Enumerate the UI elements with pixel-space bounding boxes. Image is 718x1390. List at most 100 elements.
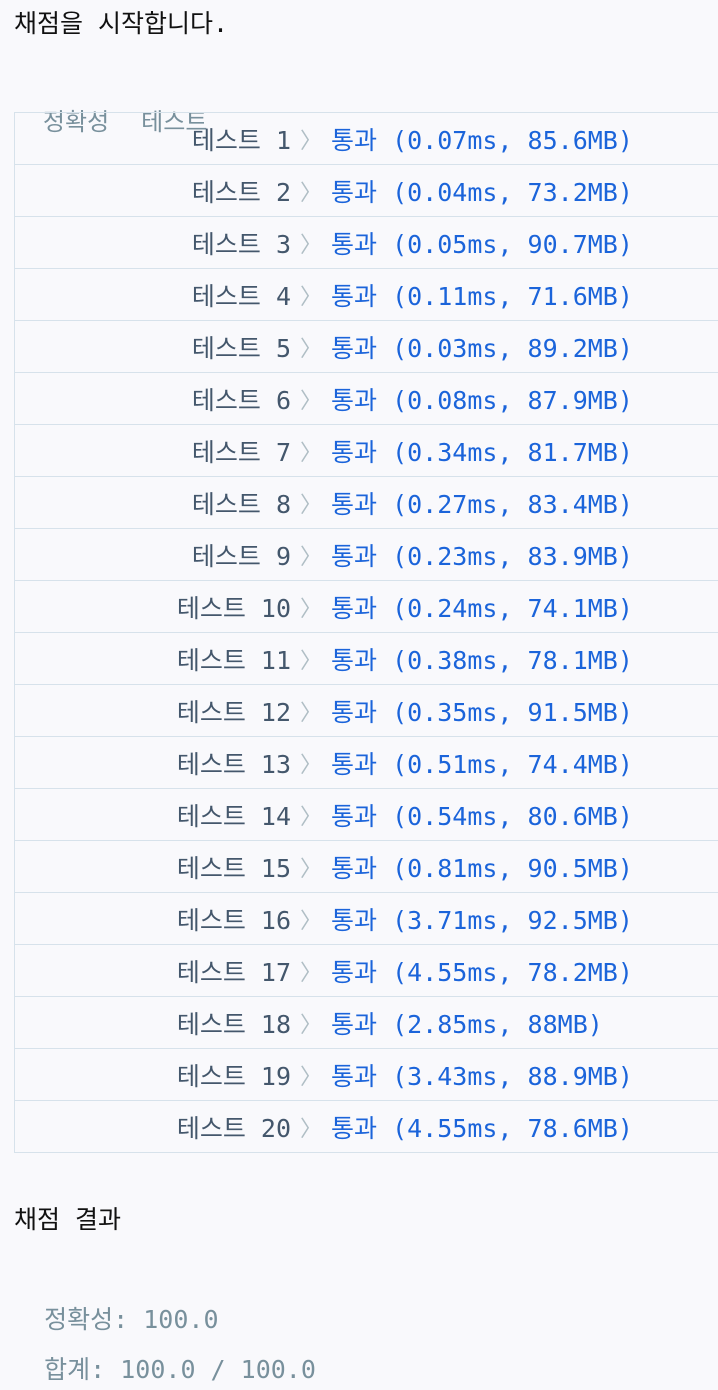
test-result-detail: (0.38ms, 78.1MB) — [392, 645, 633, 675]
test-row: 테스트 4 〉 통과 (0.11ms, 71.6MB) — [15, 269, 718, 321]
test-result: 통과 (0.24ms, 74.1MB) — [331, 589, 633, 625]
test-label: 테스트 6 — [191, 385, 291, 415]
test-result-status: 통과 — [331, 749, 378, 779]
test-label: 테스트 5 — [191, 333, 291, 363]
test-result-status: 통과 — [331, 905, 378, 935]
test-label: 테스트 4 — [191, 281, 291, 311]
test-row: 테스트 13 〉 통과 (0.51ms, 74.4MB) — [15, 737, 718, 789]
test-label: 테스트 12 — [176, 697, 291, 727]
test-result: 통과 (2.85ms, 88MB) — [331, 1005, 603, 1041]
test-row: 테스트 17 〉 통과 (4.55ms, 78.2MB) — [15, 945, 718, 997]
test-result: 통과 (0.54ms, 80.6MB) — [331, 797, 633, 833]
test-result-detail: (0.04ms, 73.2MB) — [392, 177, 633, 207]
test-label: 테스트 1 — [191, 125, 291, 155]
test-result: 통과 (0.27ms, 83.4MB) — [331, 485, 633, 521]
test-row: 테스트 16 〉 통과 (3.71ms, 92.5MB) — [15, 893, 718, 945]
test-row: 테스트 18 〉 통과 (2.85ms, 88MB) — [15, 997, 718, 1049]
test-row: 테스트 12 〉 통과 (0.35ms, 91.5MB) — [15, 685, 718, 737]
test-result-detail: (0.03ms, 89.2MB) — [392, 333, 633, 363]
chevron-right-icon: 〉 — [299, 1064, 322, 1090]
test-result-status: 통과 — [331, 593, 378, 623]
test-row: 테스트 19 〉 통과 (3.43ms, 88.9MB) — [15, 1049, 718, 1101]
chevron-right-icon: 〉 — [299, 804, 322, 830]
chevron-right-icon: 〉 — [299, 128, 322, 154]
test-result-status: 통과 — [331, 333, 378, 363]
test-label: 테스트 13 — [176, 749, 291, 779]
test-label: 테스트 20 — [176, 1113, 291, 1143]
test-row: 테스트 2 〉 통과 (0.04ms, 73.2MB) — [15, 165, 718, 217]
test-row: 테스트 11 〉 통과 (0.38ms, 78.1MB) — [15, 633, 718, 685]
test-result: 통과 (0.07ms, 85.6MB) — [331, 121, 633, 157]
test-row: 테스트 20 〉 통과 (4.55ms, 78.6MB) — [15, 1101, 718, 1152]
grading-result-title: 채점 결과 — [14, 1205, 122, 1234]
test-label: 테스트 17 — [176, 957, 291, 987]
test-row: 테스트 6 〉 통과 (0.08ms, 87.9MB) — [15, 373, 718, 425]
test-result-status: 통과 — [331, 437, 378, 467]
test-label: 테스트 16 — [176, 905, 291, 935]
test-row: 테스트 9 〉 통과 (0.23ms, 83.9MB) — [15, 529, 718, 581]
test-row: 테스트 7 〉 통과 (0.34ms, 81.7MB) — [15, 425, 718, 477]
test-result-detail: (3.43ms, 88.9MB) — [392, 1061, 633, 1091]
test-result-detail: (0.54ms, 80.6MB) — [392, 801, 633, 831]
test-result-detail: (4.55ms, 78.6MB) — [392, 1113, 633, 1143]
test-result-detail: (0.23ms, 83.9MB) — [392, 541, 633, 571]
test-result: 통과 (0.11ms, 71.6MB) — [331, 277, 633, 313]
test-row: 테스트 3 〉 통과 (0.05ms, 90.7MB) — [15, 217, 718, 269]
test-result-status: 통과 — [331, 385, 378, 415]
chevron-right-icon: 〉 — [299, 1012, 322, 1038]
test-result-status: 통과 — [331, 1009, 378, 1039]
test-result-status: 통과 — [331, 229, 378, 259]
test-result-detail: (0.35ms, 91.5MB) — [392, 697, 633, 727]
test-result-status: 통과 — [331, 541, 378, 571]
test-result-status: 통과 — [331, 697, 378, 727]
test-result: 통과 (0.38ms, 78.1MB) — [331, 641, 633, 677]
test-label: 테스트 14 — [176, 801, 291, 831]
total-score: 합계: 100.0 / 100.0 — [14, 1310, 316, 1390]
test-result-status: 통과 — [331, 281, 378, 311]
test-result-detail: (0.24ms, 74.1MB) — [392, 593, 633, 623]
test-result-detail: (0.08ms, 87.9MB) — [392, 385, 633, 415]
test-result-status: 통과 — [331, 177, 378, 207]
test-result-status: 통과 — [331, 125, 378, 155]
test-row: 테스트 5 〉 통과 (0.03ms, 89.2MB) — [15, 321, 718, 373]
grading-status: 채점을 시작합니다. — [14, 9, 229, 38]
test-row: 테스트 8 〉 통과 (0.27ms, 83.4MB) — [15, 477, 718, 529]
test-label: 테스트 18 — [176, 1009, 291, 1039]
test-row: 테스트 15 〉 통과 (0.81ms, 90.5MB) — [15, 841, 718, 893]
total-score-value: 100.0 / 100.0 — [120, 1355, 316, 1384]
test-result-detail: (0.05ms, 90.7MB) — [392, 229, 633, 259]
test-result-detail: (2.85ms, 88MB) — [392, 1009, 603, 1039]
chevron-right-icon: 〉 — [299, 284, 322, 310]
test-result: 통과 (0.03ms, 89.2MB) — [331, 329, 633, 365]
chevron-right-icon: 〉 — [299, 180, 322, 206]
test-result: 통과 (0.51ms, 74.4MB) — [331, 745, 633, 781]
chevron-right-icon: 〉 — [299, 752, 322, 778]
chevron-right-icon: 〉 — [299, 960, 322, 986]
test-result: 통과 (0.35ms, 91.5MB) — [331, 693, 633, 729]
total-score-label: 합계: — [44, 1355, 106, 1384]
test-result-detail: (0.07ms, 85.6MB) — [392, 125, 633, 155]
chevron-right-icon: 〉 — [299, 440, 322, 466]
test-result: 통과 (4.55ms, 78.2MB) — [331, 953, 633, 989]
test-result: 통과 (0.08ms, 87.9MB) — [331, 381, 633, 417]
chevron-right-icon: 〉 — [299, 544, 322, 570]
test-label: 테스트 10 — [176, 593, 291, 623]
test-result: 통과 (3.71ms, 92.5MB) — [331, 901, 633, 937]
test-result: 통과 (0.23ms, 83.9MB) — [331, 537, 633, 573]
chevron-right-icon: 〉 — [299, 336, 322, 362]
test-row: 테스트 10 〉 통과 (0.24ms, 74.1MB) — [15, 581, 718, 633]
test-result: 통과 (0.05ms, 90.7MB) — [331, 225, 633, 261]
test-result: 통과 (4.55ms, 78.6MB) — [331, 1109, 633, 1145]
test-result-detail: (0.11ms, 71.6MB) — [392, 281, 633, 311]
test-result: 통과 (0.04ms, 73.2MB) — [331, 173, 633, 209]
test-result: 통과 (3.43ms, 88.9MB) — [331, 1057, 633, 1093]
test-label: 테스트 19 — [176, 1061, 291, 1091]
chevron-right-icon: 〉 — [299, 492, 322, 518]
test-label: 테스트 11 — [176, 645, 291, 675]
test-result-detail: (4.55ms, 78.2MB) — [392, 957, 633, 987]
test-results-table: 테스트 1 〉 통과 (0.07ms, 85.6MB) 테스트 2 〉 통과 (0.04m… — [14, 112, 718, 1153]
test-label: 테스트 7 — [191, 437, 291, 467]
test-result: 통과 (0.34ms, 81.7MB) — [331, 433, 633, 469]
test-row: 테스트 14 〉 통과 (0.54ms, 80.6MB) — [15, 789, 718, 841]
chevron-right-icon: 〉 — [299, 388, 322, 414]
